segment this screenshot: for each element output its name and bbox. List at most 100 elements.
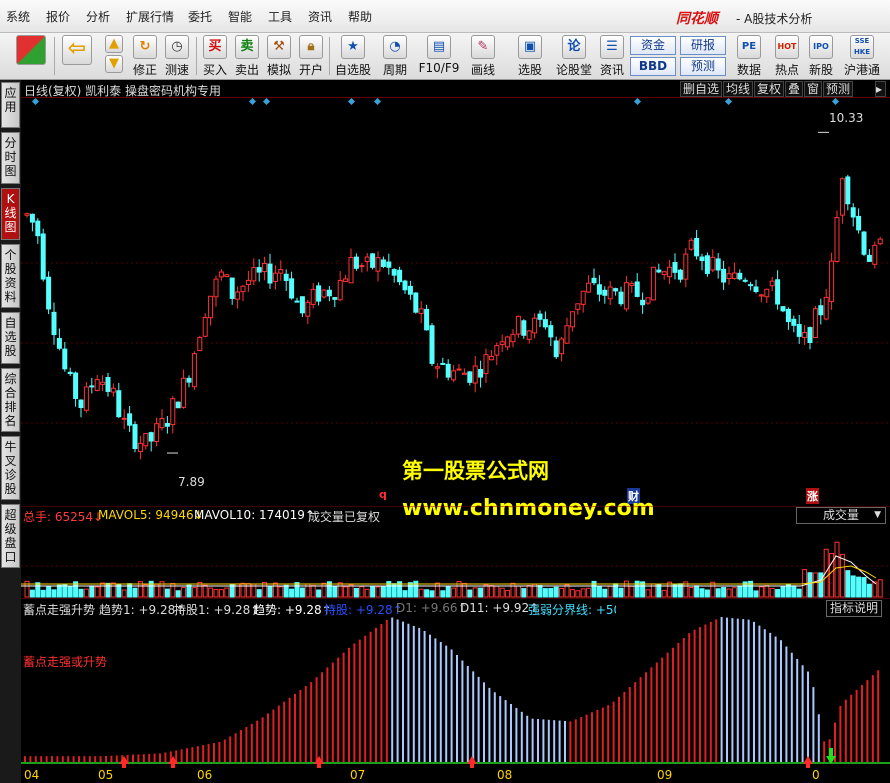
draw-line-button[interactable]: ✎ 画线: [466, 35, 500, 78]
candle-body: [575, 303, 581, 310]
volume-bar: [121, 589, 127, 598]
volume-bar: [872, 581, 878, 598]
layout-button[interactable]: [14, 35, 48, 78]
candle-body: [278, 269, 284, 274]
menu-news[interactable]: 资讯: [308, 8, 332, 25]
ipo-button[interactable]: IPO 新股: [806, 35, 836, 78]
adjust-button[interactable]: 复权: [754, 81, 785, 97]
menu-extended-quote[interactable]: 扩展行情: [126, 8, 174, 25]
volume-bar: [505, 590, 511, 598]
candle-body: [634, 281, 640, 297]
watchlist-button[interactable]: ★ 自选股: [332, 35, 374, 78]
candle-body: [434, 366, 440, 369]
volume-bar: [402, 590, 408, 598]
sidebar-tab-profile[interactable]: 个股资料: [1, 244, 20, 308]
menu-smart[interactable]: 智能: [228, 8, 252, 25]
volume-bar: [753, 590, 759, 598]
sidebar-tab-kline[interactable]: K线图: [1, 188, 20, 240]
volume-bar: [299, 587, 305, 598]
forum-button[interactable]: 论 论股堂: [554, 35, 594, 78]
volume-bar: [521, 588, 527, 598]
expand-icon[interactable]: ▸: [875, 81, 886, 97]
candle-body: [672, 262, 678, 273]
sidebar-tab-ranking[interactable]: 综合排名: [1, 368, 20, 432]
volume-bar: [845, 570, 851, 598]
hk-connect-label: 沪港通: [843, 63, 880, 77]
candle-body: [472, 365, 478, 384]
menu-system[interactable]: 系统: [6, 8, 30, 25]
menu-tools[interactable]: 工具: [268, 8, 292, 25]
simulate-button[interactable]: ⚒ 模拟: [264, 35, 294, 78]
bbd-button[interactable]: BBD: [630, 57, 676, 76]
volume-bar: [602, 588, 608, 598]
fix-button[interactable]: ↻ 修正: [130, 35, 160, 78]
sidebar-tab-order-book[interactable]: 超级盘口: [1, 504, 20, 568]
volume-bar: [310, 585, 316, 598]
candle-body: [548, 325, 554, 338]
capital-button[interactable]: 资金: [630, 36, 676, 55]
x-axis-label: 05: [98, 768, 114, 782]
event-marker-limit-up[interactable]: 涨: [806, 488, 819, 504]
speed-test-button[interactable]: ◷ 测速: [162, 35, 192, 78]
indicator-explain-button[interactable]: 指标说明: [826, 600, 883, 617]
candle-body: [823, 296, 829, 320]
news-button[interactable]: ☰ 资讯: [598, 35, 626, 78]
window-button[interactable]: 窗: [804, 81, 823, 97]
volume-bar: [434, 582, 440, 598]
event-marker-q[interactable]: q: [379, 488, 387, 501]
volume-indicator-select[interactable]: 成交量 ▼: [796, 507, 886, 524]
menu-help[interactable]: 帮助: [348, 8, 372, 25]
fix-label: 修正: [132, 63, 157, 77]
app-title: - A股技术分析: [736, 12, 813, 26]
sell-button[interactable]: 卖 卖出: [232, 35, 262, 78]
buy-label: 买入: [202, 63, 227, 77]
news-icon: ☰: [600, 35, 624, 59]
period-button[interactable]: ◔ 周期: [378, 35, 412, 78]
f10-button[interactable]: ▤ F10/F9: [418, 35, 460, 78]
volume-bar: [839, 553, 845, 598]
candle-body: [240, 285, 246, 293]
remove-watchlist-button[interactable]: 删自选: [680, 81, 723, 97]
sidebar-tab-apps[interactable]: 应用: [1, 82, 20, 128]
data-button[interactable]: PE 数据: [734, 35, 764, 78]
volume-bar: [224, 587, 230, 598]
indicator-chart[interactable]: [21, 598, 890, 768]
candle-body: [721, 268, 727, 283]
ma-button[interactable]: 均线: [723, 81, 754, 97]
overlay-button[interactable]: 叠: [785, 81, 804, 97]
candle-body: [170, 398, 176, 426]
volume-bar: [105, 582, 111, 598]
volume-bar: [623, 580, 629, 598]
candle-body: [375, 257, 381, 272]
kline-chart[interactable]: [21, 98, 890, 506]
menu-analysis[interactable]: 分析: [86, 8, 110, 25]
menu-trade[interactable]: 委托: [188, 8, 212, 25]
volume-bar: [877, 579, 883, 598]
candle-body: [753, 286, 759, 293]
back-button[interactable]: ⇦: [60, 35, 94, 78]
volume-bar: [726, 588, 732, 598]
volume-bar: [110, 582, 116, 598]
open-account-button[interactable]: 🔒︎ 开户: [296, 35, 326, 78]
candle-body: [526, 330, 532, 340]
candle-body: [856, 215, 862, 231]
research-report-button[interactable]: 研报: [680, 36, 726, 55]
volume-bar: [645, 589, 651, 598]
sidebar-tab-diagnosis[interactable]: 牛叉诊股: [1, 436, 20, 500]
hk-connect-button[interactable]: SSE HKE 沪港通: [842, 35, 882, 78]
candle-body: [618, 291, 624, 305]
forecast-button[interactable]: 预测: [680, 57, 726, 76]
hotspot-button[interactable]: HOT 热点: [772, 35, 802, 78]
scroll-buttons[interactable]: ▲ ▼: [104, 35, 124, 78]
stock-screen-button[interactable]: ▣ 选股: [510, 35, 550, 78]
speed-test-label: 测速: [164, 63, 189, 77]
buy-button[interactable]: 买 买入: [200, 35, 230, 78]
sidebar-tab-intraday[interactable]: 分时图: [1, 132, 20, 184]
candle-body: [769, 280, 775, 287]
sidebar-tab-watchlist[interactable]: 自选股: [1, 312, 20, 364]
candle-body: [737, 272, 743, 280]
menu-quote[interactable]: 报价: [46, 8, 70, 25]
candle-body: [359, 265, 365, 268]
forecast-toggle-button[interactable]: 预测: [823, 81, 854, 97]
candle-body: [850, 207, 856, 218]
